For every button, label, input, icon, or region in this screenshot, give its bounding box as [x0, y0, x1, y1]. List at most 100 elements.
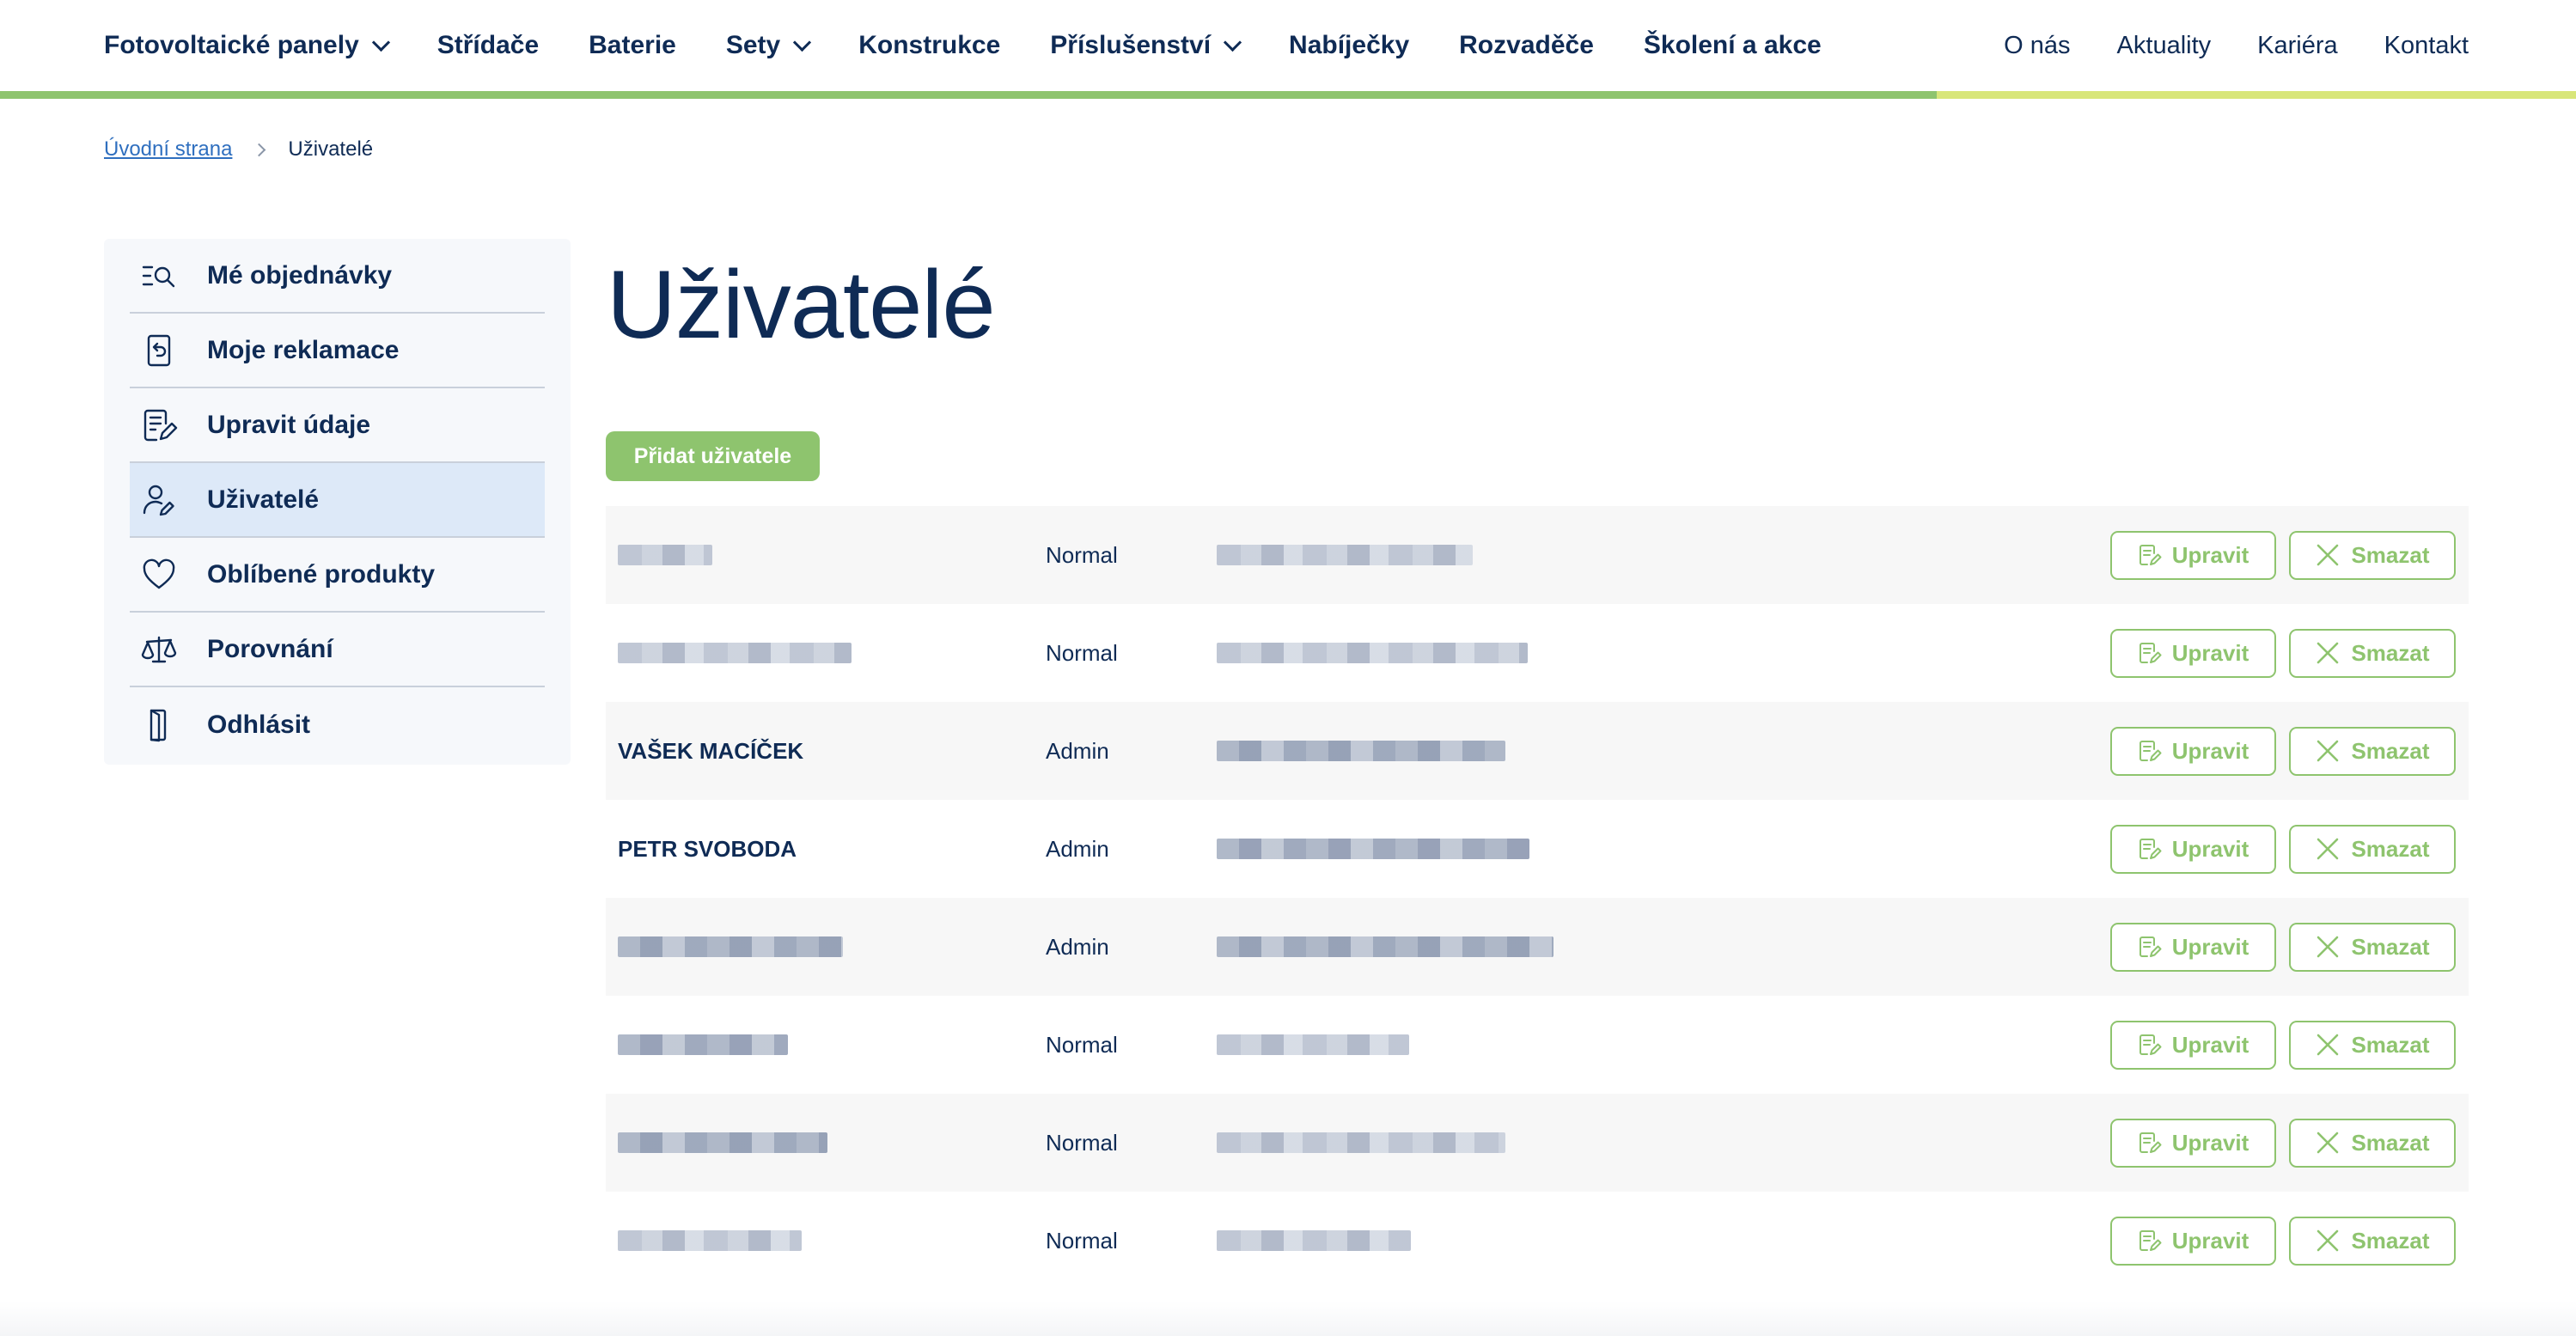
breadcrumb-home-link[interactable]: Úvodní strana	[104, 137, 232, 162]
delete-label: Smazat	[2351, 737, 2430, 764]
scales-icon	[140, 631, 178, 668]
user-name-redacted	[618, 936, 843, 957]
sidebar-item-complaints[interactable]: Moje reklamace	[130, 314, 545, 388]
user-name-redacted	[618, 1230, 802, 1251]
user-name-redacted	[618, 1132, 827, 1153]
top-navigation: Fotovoltaické panely Střídače Baterie Se…	[0, 0, 2576, 91]
nav-item-sety[interactable]: Sety	[726, 31, 812, 60]
delete-user-button[interactable]: Smazat	[2289, 824, 2456, 874]
user-email-redacted	[1217, 1230, 1411, 1251]
sidebar-item-label: Moje reklamace	[207, 335, 400, 364]
edit-icon	[2139, 545, 2162, 565]
table-row: Normal Upravit Smazat	[606, 506, 2469, 604]
delete-user-button[interactable]: Smazat	[2289, 922, 2456, 972]
secondary-menu: O nás Aktuality Kariéra Kontakt	[1957, 0, 2469, 91]
add-user-button[interactable]: Přidat uživatele	[606, 431, 820, 481]
close-icon	[2317, 1229, 2339, 1252]
edit-icon	[2139, 1132, 2162, 1153]
user-role: Normal	[1046, 639, 1118, 666]
edit-user-button[interactable]: Upravit	[2110, 922, 2276, 972]
delete-label: Smazat	[2351, 835, 2430, 862]
nav-item-label: Střídače	[436, 31, 540, 59]
close-icon	[2317, 1034, 2339, 1056]
edit-user-button[interactable]: Upravit	[2110, 530, 2276, 580]
delete-user-button[interactable]: Smazat	[2289, 1118, 2456, 1168]
edit-icon	[2139, 1034, 2162, 1055]
edit-label: Upravit	[2171, 639, 2249, 666]
edit-user-button[interactable]: Upravit	[2110, 1216, 2276, 1266]
chevron-right-icon	[253, 143, 266, 156]
edit-label: Upravit	[2171, 835, 2249, 862]
user-role: Normal	[1046, 1129, 1118, 1156]
edit-icon	[2139, 936, 2162, 957]
nav-item-baterie[interactable]: Baterie	[589, 31, 676, 60]
sidebar-item-favorites[interactable]: Oblíbené produkty	[130, 538, 545, 613]
footer-shadow	[0, 1302, 2576, 1336]
user-role: Admin	[1046, 737, 1109, 764]
edit-user-button[interactable]: Upravit	[2110, 628, 2276, 678]
edit-user-button[interactable]: Upravit	[2110, 824, 2276, 874]
header-accent-bar-yellow	[1937, 91, 2576, 99]
edit-label: Upravit	[2171, 1031, 2249, 1058]
edit-icon	[2139, 839, 2162, 859]
edit-user-button[interactable]: Upravit	[2110, 1118, 2276, 1168]
sidebar-item-label: Porovnání	[207, 634, 333, 663]
delete-user-button[interactable]: Smazat	[2289, 1020, 2456, 1070]
nav-item-label: Konstrukce	[858, 31, 1001, 59]
users-table: Normal Upravit Smazat Normal Upravit Sma…	[606, 506, 2469, 1290]
nav-item-label: Příslušenství	[1050, 31, 1212, 59]
breadcrumb: Úvodní strana Uživatelé	[104, 137, 373, 162]
user-name-redacted	[618, 643, 852, 663]
nav-item-fotovoltaicke-panely[interactable]: Fotovoltaické panely	[104, 31, 390, 60]
edit-user-button[interactable]: Upravit	[2110, 1020, 2276, 1070]
nav-item-label: Fotovoltaické panely	[104, 31, 359, 59]
nav-link-kontakt[interactable]: Kontakt	[2384, 32, 2469, 60]
nav-item-prislusenstvi[interactable]: Příslušenství	[1050, 31, 1242, 60]
nav-item-stridace[interactable]: Střídače	[437, 31, 539, 60]
nav-item-konstrukce[interactable]: Konstrukce	[858, 31, 1000, 60]
nav-link-kariera[interactable]: Kariéra	[2257, 32, 2338, 60]
sidebar-item-logout[interactable]: Odhlásit	[130, 687, 545, 762]
page-title: Uživatelé	[607, 251, 996, 358]
chevron-down-icon	[1223, 33, 1242, 52]
nav-item-skoleni-a-akce[interactable]: Školení a akce	[1644, 31, 1822, 60]
close-icon	[2317, 544, 2339, 566]
chevron-down-icon	[371, 33, 390, 52]
sidebar-item-compare[interactable]: Porovnání	[130, 613, 545, 687]
sidebar-item-label: Upravit údaje	[207, 410, 371, 439]
chevron-down-icon	[793, 33, 812, 52]
nav-item-label: Nabíječky	[1289, 31, 1410, 59]
close-icon	[2317, 838, 2339, 860]
close-icon	[2317, 642, 2339, 664]
breadcrumb-current: Uživatelé	[288, 137, 374, 161]
nav-link-o-nas[interactable]: O nás	[2004, 32, 2070, 60]
sidebar-item-label: Uživatelé	[207, 485, 320, 514]
user-email-redacted	[1217, 839, 1529, 859]
delete-user-button[interactable]: Smazat	[2289, 628, 2456, 678]
nav-item-label: Rozvaděče	[1459, 31, 1594, 59]
sidebar-item-orders[interactable]: Mé objednávky	[130, 239, 545, 314]
edit-icon	[2139, 643, 2162, 663]
nav-item-rozvadece[interactable]: Rozvaděče	[1459, 31, 1594, 60]
edit-label: Upravit	[2171, 541, 2249, 568]
user-role: Admin	[1046, 933, 1109, 960]
nav-item-nabijecky[interactable]: Nabíječky	[1289, 31, 1409, 60]
table-row: Normal Upravit Smazat	[606, 1094, 2469, 1192]
nav-item-label: Školení a akce	[1643, 31, 1822, 59]
user-email-redacted	[1217, 1132, 1505, 1153]
user-name: VAŠEK MACÍČEK	[618, 737, 804, 764]
heart-icon	[140, 556, 178, 594]
edit-label: Upravit	[2171, 737, 2249, 764]
user-role: Normal	[1046, 541, 1118, 568]
delete-label: Smazat	[2351, 639, 2430, 666]
edit-label: Upravit	[2171, 933, 2249, 960]
edit-user-button[interactable]: Upravit	[2110, 726, 2276, 776]
delete-user-button[interactable]: Smazat	[2289, 530, 2456, 580]
delete-user-button[interactable]: Smazat	[2289, 1216, 2456, 1266]
sidebar-item-edit-details[interactable]: Upravit údaje	[130, 388, 545, 463]
delete-user-button[interactable]: Smazat	[2289, 726, 2456, 776]
nav-link-aktuality[interactable]: Aktuality	[2117, 32, 2212, 60]
close-icon	[2317, 1132, 2339, 1154]
sidebar-item-users[interactable]: Uživatelé	[130, 463, 545, 538]
user-email-redacted	[1217, 643, 1528, 663]
